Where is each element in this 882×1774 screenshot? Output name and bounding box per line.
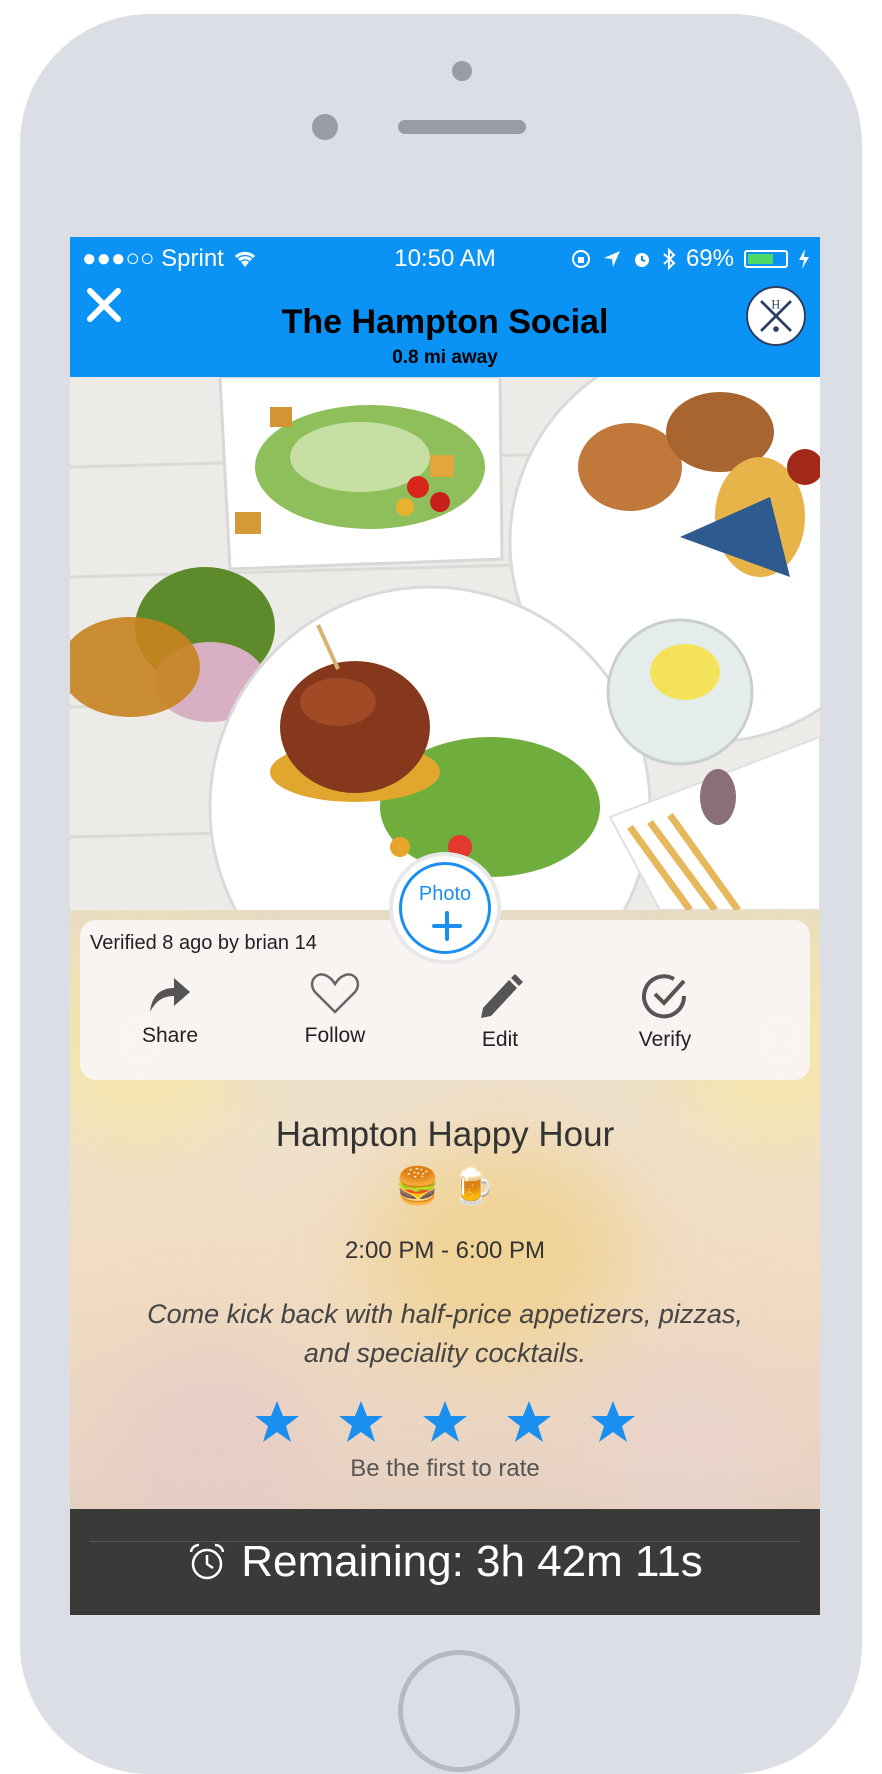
status-bar: ●●●○○ Sprint 10:50 AM 69% bbox=[70, 237, 820, 277]
check-circle-icon bbox=[642, 974, 687, 1019]
venue-title: The Hampton Social bbox=[281, 303, 609, 341]
deal-description: Come kick back with half-price appetizer… bbox=[147, 1299, 743, 1368]
alarm-icon bbox=[634, 253, 649, 267]
battery-percent: 69% bbox=[685, 245, 734, 272]
star-icon[interactable] bbox=[338, 1399, 384, 1445]
venue-distance: 0.8 mi away bbox=[392, 347, 498, 368]
battery-icon bbox=[744, 250, 788, 268]
venue-logo-icon[interactable]: H bbox=[746, 286, 806, 346]
svg-text:H: H bbox=[771, 298, 780, 312]
alarm-clock-icon bbox=[190, 1543, 225, 1580]
app-screen: ●●●○○ Sprint 10:50 AM 69% The Hampton So… bbox=[70, 237, 820, 1615]
star-icon[interactable] bbox=[422, 1399, 468, 1445]
rate-prompt: Be the first to rate bbox=[350, 1455, 540, 1482]
earpiece-speaker bbox=[398, 120, 526, 134]
location-arrow-icon bbox=[603, 251, 620, 267]
front-camera bbox=[452, 61, 472, 81]
home-button[interactable] bbox=[398, 1650, 520, 1772]
verify-label: Verify bbox=[638, 1028, 692, 1051]
plus-icon bbox=[432, 911, 462, 941]
verify-button[interactable]: Verify bbox=[605, 972, 725, 1052]
share-label: Share bbox=[141, 1024, 199, 1047]
share-icon bbox=[150, 978, 190, 1012]
edit-button[interactable]: Edit bbox=[440, 972, 560, 1052]
follow-button[interactable]: Follow bbox=[275, 972, 395, 1048]
rating-stars bbox=[70, 1399, 820, 1445]
share-button[interactable]: Share bbox=[110, 972, 230, 1048]
deal-hours: 2:00 PM - 6:00 PM bbox=[344, 1237, 546, 1264]
deal-category-icons: 🍔 🍺 bbox=[395, 1165, 495, 1206]
add-photo-button[interactable]: Photo bbox=[389, 852, 501, 964]
charging-bolt-icon bbox=[799, 249, 809, 269]
bluetooth-icon bbox=[663, 248, 676, 270]
edit-label: Edit bbox=[481, 1028, 519, 1051]
star-icon[interactable] bbox=[254, 1399, 300, 1445]
photo-label: Photo bbox=[418, 883, 472, 905]
pencil-icon bbox=[481, 974, 523, 1018]
venue-photo bbox=[70, 377, 820, 910]
star-icon[interactable] bbox=[590, 1399, 636, 1445]
countdown-bar: Remaining: 3h 42m 11s bbox=[70, 1509, 820, 1615]
star-icon[interactable] bbox=[506, 1399, 552, 1445]
verified-text: Verified 8 ago by brian 14 bbox=[90, 932, 317, 954]
orientation-lock-icon bbox=[571, 250, 590, 268]
follow-label: Follow bbox=[304, 1024, 366, 1047]
heart-icon bbox=[310, 973, 360, 1014]
remaining-time: Remaining: 3h 42m 11s bbox=[241, 1537, 703, 1586]
deal-title: Hampton Happy Hour bbox=[275, 1115, 615, 1154]
proximity-sensor bbox=[312, 114, 338, 140]
